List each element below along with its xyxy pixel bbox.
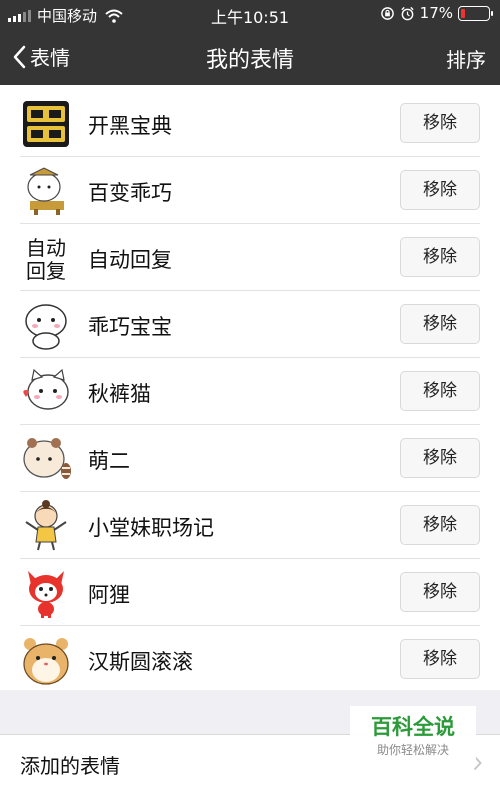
- zidong-huifu-icon: 自动 回复: [26, 236, 66, 283]
- sort-button[interactable]: 排序: [446, 44, 486, 73]
- xiaotangmei-icon: [25, 500, 67, 551]
- ali-fox-icon: [28, 571, 64, 618]
- svg-text:自动: 自动: [26, 236, 66, 260]
- hansi-hamster-icon: [23, 638, 69, 685]
- sticker-name: 开黑宝典: [88, 114, 172, 138]
- list-item: 乖巧宝宝 移除: [0, 291, 500, 358]
- remove-button[interactable]: 移除: [400, 505, 480, 545]
- nav-bar: 表情 我的表情 排序: [0, 28, 500, 85]
- remove-button[interactable]: 移除: [400, 639, 480, 679]
- list-item: 自动 回复 自动回复 移除: [0, 224, 500, 291]
- list-item: 阿狸 移除: [0, 559, 500, 626]
- alarm-icon: [401, 6, 414, 20]
- meng-er-icon: [23, 438, 71, 479]
- page-title: 我的表情: [205, 48, 294, 73]
- battery-icon: [458, 5, 493, 21]
- baibian-guaiqiao-icon: [27, 167, 64, 215]
- remove-button[interactable]: 移除: [400, 237, 480, 277]
- remove-button[interactable]: 移除: [400, 371, 480, 411]
- sticker-name: 乖巧宝宝: [88, 315, 172, 339]
- sticker-name: 自动回复: [88, 248, 172, 272]
- remove-button[interactable]: 移除: [400, 103, 480, 143]
- remove-button[interactable]: 移除: [400, 438, 480, 478]
- chevron-left-icon: [13, 45, 26, 68]
- added-stickers-label: 添加的表情: [20, 754, 120, 778]
- watermark-title: 百科全说: [371, 715, 455, 739]
- qiuku-mao-icon: [23, 368, 69, 410]
- remove-button[interactable]: 移除: [400, 572, 480, 612]
- sticker-name: 萌二: [88, 449, 130, 473]
- back-label: 表情: [30, 46, 70, 70]
- sticker-name: 阿狸: [88, 583, 130, 607]
- sticker-name: 汉斯圆滚滚: [88, 650, 193, 674]
- kaihei-baodian-icon: [23, 101, 69, 147]
- guaiqiao-baobao-icon: [25, 304, 67, 350]
- sticker-name: 小堂妹职场记: [88, 516, 214, 540]
- list-item: 秋裤猫 移除: [0, 358, 500, 425]
- rotation-lock-icon: [380, 6, 394, 20]
- list-item: 开黑宝典 移除: [0, 90, 500, 157]
- status-right: 17%: [380, 4, 493, 22]
- watermark: 百科全说 助你轻松解决: [350, 706, 476, 764]
- list-item: 汉斯圆滚滚 移除: [0, 626, 500, 690]
- list-item: 百变乖巧 移除: [0, 157, 500, 224]
- status-bar: 中国移动 上午10:51 17%: [0, 0, 500, 28]
- sticker-list: 开黑宝典 移除 百变乖巧 移除 自动 回复 自动回复 移除 乖巧宝宝 移除 秋裤…: [0, 85, 500, 690]
- sticker-name: 秋裤猫: [88, 382, 151, 406]
- list-item: 萌二 移除: [0, 425, 500, 492]
- svg-text:回复: 回复: [26, 259, 66, 283]
- list-item: 小堂妹职场记 移除: [0, 492, 500, 559]
- back-button[interactable]: 表情: [12, 42, 70, 71]
- sticker-name: 百变乖巧: [88, 181, 172, 205]
- watermark-subtitle: 助你轻松解决: [376, 743, 449, 757]
- battery-percent: 17%: [419, 4, 453, 22]
- remove-button[interactable]: 移除: [400, 304, 480, 344]
- remove-button[interactable]: 移除: [400, 170, 480, 210]
